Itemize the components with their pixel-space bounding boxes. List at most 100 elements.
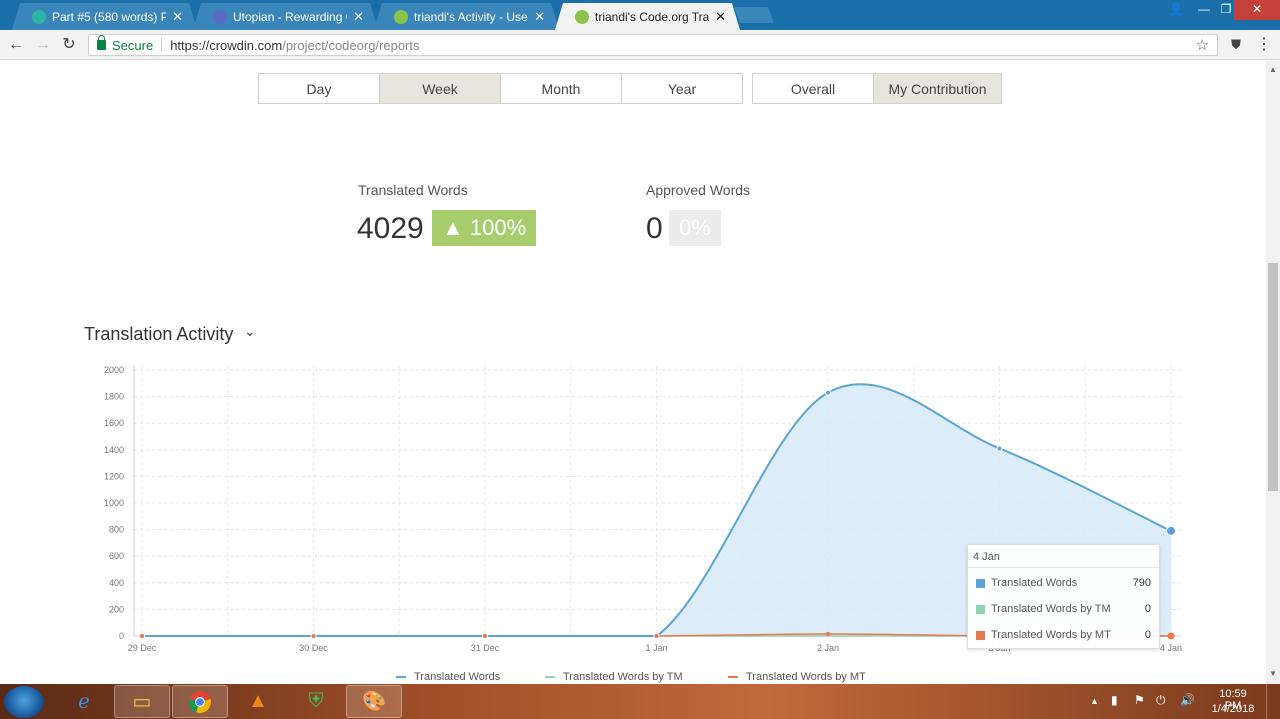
data-point-mt xyxy=(654,634,659,638)
tooltip-swatch xyxy=(976,578,985,588)
data-point-mt xyxy=(826,632,830,637)
url-separator xyxy=(161,38,163,52)
chrome-app-icon[interactable] xyxy=(172,685,228,718)
tooltip-swatch xyxy=(976,630,985,640)
file-explorer-icon[interactable]: ▭ xyxy=(114,685,170,718)
vlc-icon[interactable]: ▲ xyxy=(230,685,286,718)
y-tick-label: 1400 xyxy=(104,445,124,455)
legend-line xyxy=(545,676,555,678)
legend-label: Translated Words xyxy=(414,671,501,683)
data-point-mt xyxy=(1167,632,1175,640)
tab-title: triandi's Code.org Transla xyxy=(595,9,710,24)
browser-tab-1[interactable]: Part #5 (580 words) Proje ✕ xyxy=(12,3,197,30)
chrome-logo-icon xyxy=(189,690,211,713)
tooltip-swatch xyxy=(976,604,985,614)
address-bar[interactable]: Secure https://crowdin.com /project/code… xyxy=(88,34,1218,56)
chart-tooltip: 4 Jan Translated Words 790 Translated Wo… xyxy=(967,544,1160,649)
y-tick-label: 200 xyxy=(109,604,124,614)
legend-label: Translated Words by MT xyxy=(746,671,866,683)
back-arrow-icon[interactable]: ← xyxy=(6,35,26,55)
url-path: /project/codeorg/reports xyxy=(282,37,420,53)
chart-y-axis: 0 200 400 600 800 1000 1200 1400 1600 1800 2000 xyxy=(104,365,124,641)
reload-icon[interactable]: ↻ xyxy=(59,35,79,55)
tray-expand-icon[interactable]: ▲ xyxy=(1090,696,1099,706)
forward-arrow-icon[interactable]: → xyxy=(33,35,53,55)
chrome-menu-icon[interactable]: ⋮ xyxy=(1254,35,1274,55)
utopian-favicon-icon xyxy=(213,10,227,24)
windows-taskbar: ℯ ▭ ▲ ⛨ 🎨 ▲ ▮ ⚑ ⏻ 🔊 10:59 PM 1/4/2018 xyxy=(0,684,1280,719)
x-tick-label: 31 Dec xyxy=(471,643,500,653)
tab-title: Part #5 (580 words) Proje xyxy=(52,9,167,24)
tooltip-series-value: 0 xyxy=(1144,629,1151,641)
network-signal-icon[interactable]: ▮ xyxy=(1111,693,1118,707)
clock-date[interactable]: 1/4/2018 xyxy=(1209,703,1257,715)
crowdin-favicon-icon xyxy=(32,10,46,24)
tooltip-row-translated: Translated Words 790 xyxy=(976,576,1151,590)
browser-tab-active[interactable]: triandi's Code.org Transla ✕ xyxy=(555,3,740,30)
tab-close-icon[interactable]: ✕ xyxy=(715,9,726,25)
tooltip-series-name: Translated Words by TM xyxy=(991,603,1111,615)
tab-close-icon[interactable]: ✕ xyxy=(534,9,545,25)
scroll-down-icon[interactable]: ▼ xyxy=(1269,669,1277,678)
power-icon[interactable]: ⏻ xyxy=(1156,693,1166,708)
browser-tab-3[interactable]: triandi's Activity - Users o ✕ xyxy=(374,3,559,30)
volume-icon[interactable]: 🔊 xyxy=(1180,693,1195,707)
paint-palette-icon[interactable]: 🎨 xyxy=(346,685,402,718)
tooltip-date: 4 Jan xyxy=(973,551,1000,563)
y-tick-label: 1600 xyxy=(104,418,124,428)
page-scrollbar[interactable]: ▲ ▼ xyxy=(1266,61,1280,684)
x-tick-label: 1 Jan xyxy=(645,643,667,653)
url-domain: https://crowdin.com xyxy=(170,37,283,53)
y-tick-label: 1800 xyxy=(104,392,124,402)
legend-item-mt[interactable]: Translated Words by MT xyxy=(728,671,866,683)
crowdin-favicon-icon xyxy=(394,10,408,24)
y-tick-label: 1200 xyxy=(104,471,124,481)
tooltip-series-value: 0 xyxy=(1144,603,1151,615)
windows-start-button[interactable] xyxy=(4,686,44,718)
tooltip-series-name: Translated Words xyxy=(991,577,1078,589)
tab-title: Utopian - Rewarding Op xyxy=(233,9,343,24)
y-tick-label: 0 xyxy=(119,631,124,641)
internet-explorer-icon[interactable]: ℯ xyxy=(56,685,112,718)
tab-title: triandi's Activity - Users o xyxy=(414,9,528,24)
x-tick-label: 29 Dec xyxy=(128,643,157,653)
extension-shield-icon[interactable]: ⛊ xyxy=(1226,35,1246,55)
browser-tab-2[interactable]: Utopian - Rewarding Op ✕ xyxy=(193,3,378,30)
browser-tab-bar: Part #5 (580 words) Proje ✕ Utopian - Re… xyxy=(0,0,1280,30)
lock-icon xyxy=(97,35,106,50)
data-point-translated xyxy=(996,445,1003,452)
new-tab-button[interactable] xyxy=(734,7,774,23)
bookmark-star-icon[interactable]: ☆ xyxy=(1196,36,1209,54)
data-point-mt xyxy=(311,634,316,638)
legend-line xyxy=(396,676,406,678)
y-tick-label: 800 xyxy=(109,525,124,535)
legend-label: Translated Words by TM xyxy=(563,671,683,683)
flag-icon[interactable]: ⚑ xyxy=(1134,693,1145,707)
tooltip-row-tm: Translated Words by TM 0 xyxy=(976,602,1151,616)
legend-line xyxy=(728,676,738,678)
tab-close-icon[interactable]: ✕ xyxy=(172,9,183,25)
scrollbar-thumb[interactable] xyxy=(1268,263,1278,491)
page-content: Day Week Month Year Overall My Contribut… xyxy=(0,61,1266,684)
secure-label: Secure xyxy=(112,37,154,53)
x-tick-label: 4 Jan xyxy=(1160,643,1182,653)
window-close-icon[interactable]: ✕ xyxy=(1234,0,1280,20)
y-tick-label: 1000 xyxy=(104,498,124,508)
legend-item-tm[interactable]: Translated Words by TM xyxy=(545,671,683,683)
legend-item-translated[interactable]: Translated Words xyxy=(396,671,500,683)
tooltip-series-value: 790 xyxy=(1132,577,1151,589)
scroll-up-icon[interactable]: ▲ xyxy=(1269,65,1277,74)
tab-close-icon[interactable]: ✕ xyxy=(353,9,364,25)
show-desktop-button[interactable] xyxy=(1266,684,1280,719)
profile-icon[interactable]: 👤 xyxy=(1162,0,1190,20)
x-tick-label: 30 Dec xyxy=(299,643,328,653)
data-point-mt xyxy=(483,634,487,638)
y-tick-label: 600 xyxy=(109,551,124,561)
y-tick-label: 400 xyxy=(109,578,124,588)
tooltip-row-mt: Translated Words by MT 0 xyxy=(976,628,1151,642)
y-tick-label: 2000 xyxy=(104,365,124,375)
crowdin-favicon-icon xyxy=(575,10,589,24)
x-tick-label: 2 Jan xyxy=(817,643,839,653)
security-shield-icon[interactable]: ⛨ xyxy=(288,685,344,718)
tooltip-series-name: Translated Words by MT xyxy=(991,629,1111,641)
